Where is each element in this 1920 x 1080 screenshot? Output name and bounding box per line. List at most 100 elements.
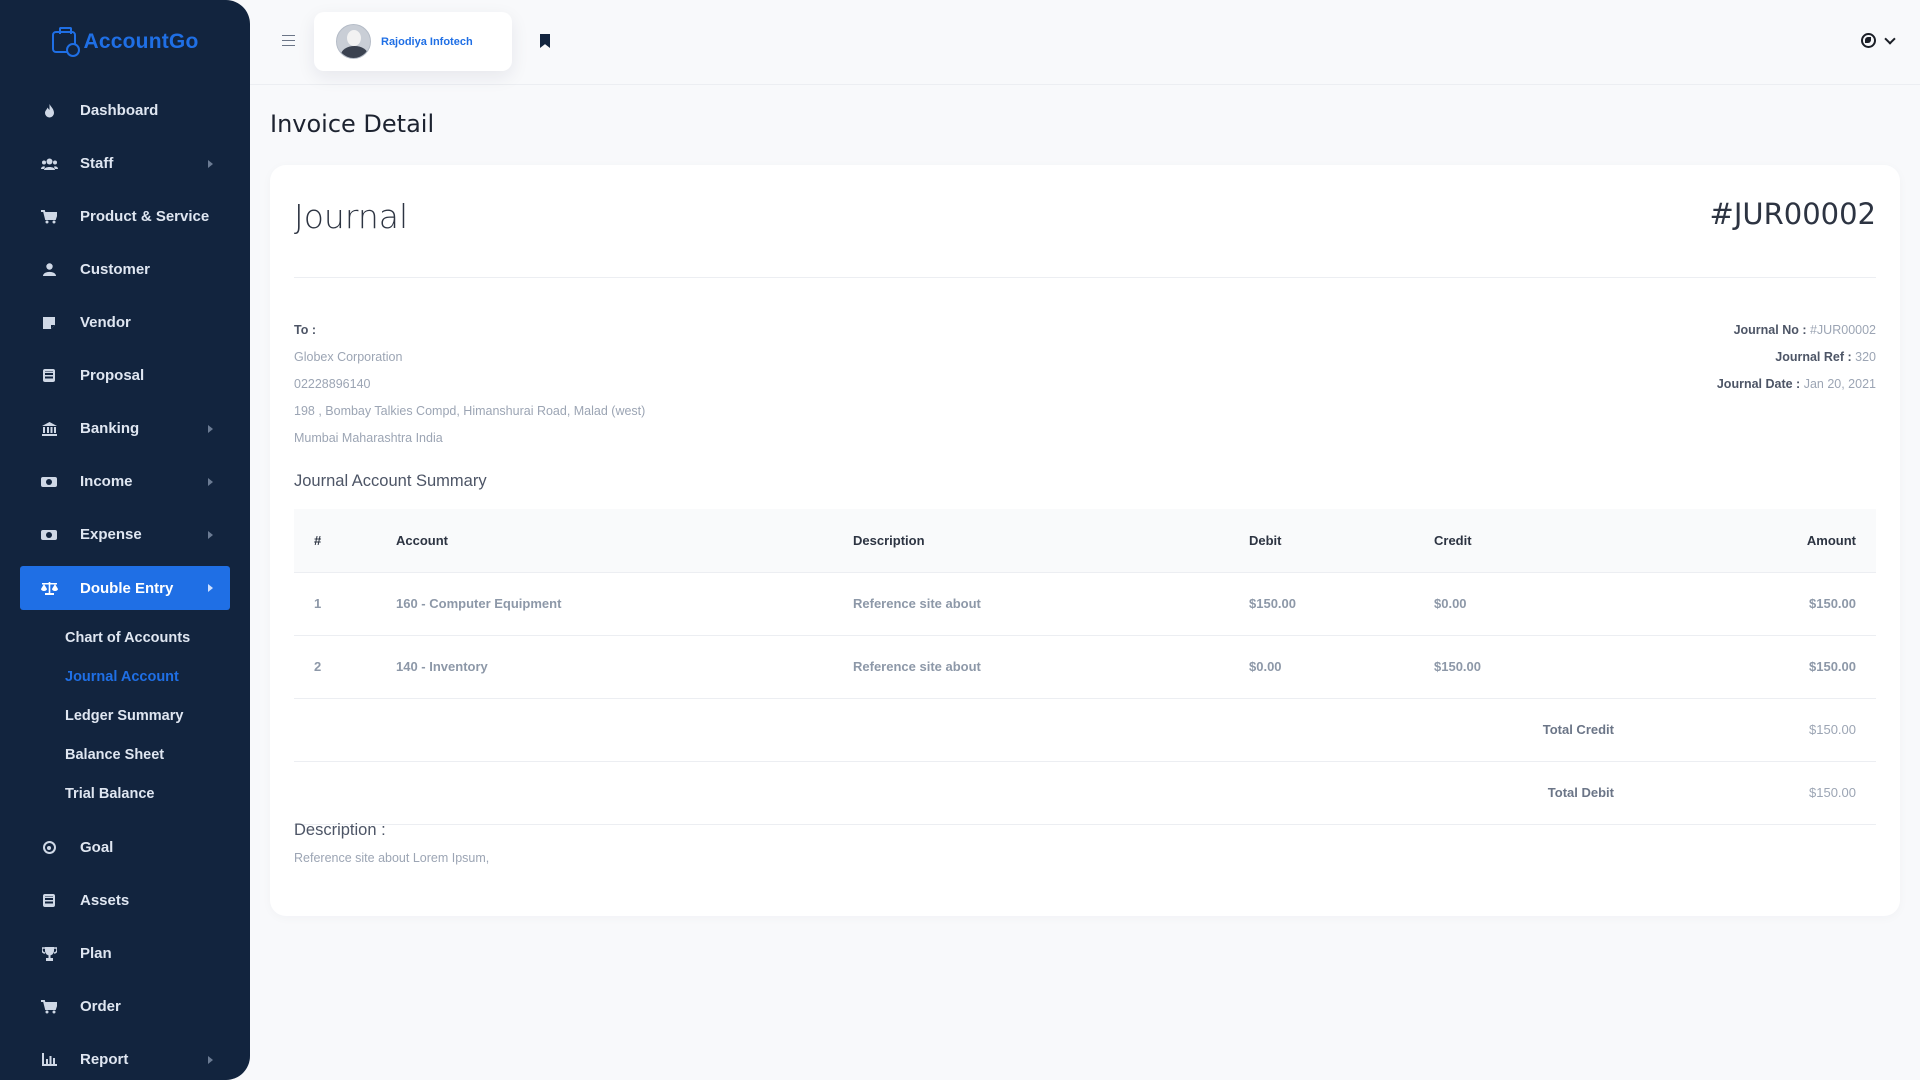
to-address-block: To : Globex Corporation 02228896140 198 … xyxy=(294,317,645,452)
journal-card: Journal #JUR00002 To : Globex Corporatio… xyxy=(270,165,1900,916)
calculator-icon xyxy=(40,893,58,909)
hamburger-menu-icon[interactable] xyxy=(282,35,295,46)
total-debit-row: Total Debit $150.00 xyxy=(294,761,1876,825)
to-label: To : xyxy=(294,323,316,337)
document-shape xyxy=(43,369,55,382)
cell-description: Reference site about xyxy=(853,572,1249,636)
sidebar-item-expense[interactable]: Expense xyxy=(0,508,250,561)
sidebar-item-customer[interactable]: Customer xyxy=(0,243,250,296)
target-icon xyxy=(40,840,58,856)
journal-meta: Journal No : #JUR00002 Journal Ref : 320… xyxy=(1717,317,1876,398)
sidebar-item-label: Expense xyxy=(80,526,142,543)
sidebar-item-staff[interactable]: Staff xyxy=(0,137,250,190)
submenu-item-journal-account[interactable]: Journal Account xyxy=(0,657,250,696)
cell-index: 2 xyxy=(294,635,396,699)
cell-account: 140 - Inventory xyxy=(396,635,853,699)
journal-date-line: Journal Date : Jan 20, 2021 xyxy=(1717,371,1876,398)
cart-icon xyxy=(40,999,58,1015)
sidebar-item-label: Plan xyxy=(80,945,112,962)
submenu-item-ledger-summary[interactable]: Ledger Summary xyxy=(0,696,250,735)
sidebar-item-label: Double Entry xyxy=(80,579,174,597)
to-company: Globex Corporation xyxy=(294,350,403,364)
sidebar-item-label: Vendor xyxy=(80,314,131,331)
caret-right-icon xyxy=(208,1055,213,1064)
sidebar-item-goal[interactable]: Goal xyxy=(0,821,250,874)
sidebar-item-plan[interactable]: Plan xyxy=(0,927,250,980)
user-icon xyxy=(40,262,58,278)
bank-icon xyxy=(40,421,58,437)
double-entry-submenu: Chart of Accounts Journal Account Ledger… xyxy=(0,614,250,821)
user-menu[interactable]: Rajodiya Infotech xyxy=(314,12,512,71)
sidebar-item-dashboard[interactable]: Dashboard xyxy=(0,84,250,137)
avatar xyxy=(336,24,371,59)
bookmark-icon[interactable] xyxy=(540,34,550,48)
col-header-description: Description xyxy=(853,509,1249,573)
page-title: Invoice Detail xyxy=(270,110,435,138)
sidebar-item-label: Report xyxy=(80,1051,129,1068)
cell-account: 160 - Computer Equipment xyxy=(396,572,853,636)
total-credit-value: $150.00 xyxy=(1634,698,1876,762)
trophy-icon xyxy=(40,946,58,962)
money-out-icon xyxy=(40,527,58,543)
calculator-shape xyxy=(43,894,55,907)
sidebar-item-label: Dashboard xyxy=(80,102,159,119)
sidebar-item-banking[interactable]: Banking xyxy=(0,402,250,455)
users-icon xyxy=(40,156,58,172)
sidebar-nav: Dashboard Staff Product & Service Custom… xyxy=(0,84,250,610)
total-debit-value: $150.00 xyxy=(1634,761,1876,825)
cell-debit: $150.00 xyxy=(1249,572,1434,636)
meta-label: Journal No : xyxy=(1733,323,1807,337)
sidebar-item-assets[interactable]: Assets xyxy=(0,874,250,927)
journal-ref-line: Journal Ref : 320 xyxy=(1717,344,1876,371)
submenu-item-chart-of-accounts[interactable]: Chart of Accounts xyxy=(0,618,250,657)
sidebar-item-double-entry[interactable]: Double Entry xyxy=(20,566,230,610)
sidebar-item-label: Income xyxy=(80,473,133,490)
sidebar-item-order[interactable]: Order xyxy=(0,980,250,1033)
brand-name: AccountGo xyxy=(83,30,199,53)
chevron-down-icon xyxy=(1884,32,1896,45)
fire-icon xyxy=(40,103,58,119)
money-icon xyxy=(40,474,58,490)
journal-no-line: Journal No : #JUR00002 xyxy=(1717,317,1876,344)
submenu-item-trial-balance[interactable]: Trial Balance xyxy=(0,774,250,813)
meta-label: Journal Ref : xyxy=(1775,350,1852,364)
brand-logo[interactable]: AccountGo xyxy=(0,0,250,84)
cell-amount: $150.00 xyxy=(1634,635,1876,699)
balance-scale-icon xyxy=(40,580,58,596)
caret-right-icon xyxy=(208,530,213,539)
cell-credit: $0.00 xyxy=(1434,572,1634,636)
sidebar-item-income[interactable]: Income xyxy=(0,455,250,508)
sidebar-item-report[interactable]: Report xyxy=(0,1033,250,1080)
table-header-row: # Account Description Debit Credit Amoun… xyxy=(294,509,1876,573)
description-text: Reference site about Lorem Ipsum, xyxy=(294,851,490,865)
top-bar: Rajodiya Infotech xyxy=(250,0,1920,85)
cell-debit: $0.00 xyxy=(1249,635,1434,699)
submenu-item-balance-sheet[interactable]: Balance Sheet xyxy=(0,735,250,774)
money-shape xyxy=(41,476,57,487)
journal-table: # Account Description Debit Credit Amoun… xyxy=(294,509,1876,825)
total-credit-label: Total Credit xyxy=(294,698,1634,762)
sidebar-item-label: Staff xyxy=(80,155,114,172)
col-header-credit: Credit xyxy=(1434,509,1634,573)
cart-icon xyxy=(40,209,58,225)
description-title: Description : xyxy=(294,821,386,839)
cell-index: 1 xyxy=(294,572,396,636)
to-city: Mumbai Maharashtra India xyxy=(294,431,443,445)
col-header-account: Account xyxy=(396,509,853,573)
sidebar-item-label: Product & Service xyxy=(80,208,210,225)
sidebar-item-vendor[interactable]: Vendor xyxy=(0,296,250,349)
sidebar-nav-lower: Goal Assets Plan Order Report xyxy=(0,821,250,1080)
meta-label: Journal Date : xyxy=(1716,377,1801,391)
language-dropdown[interactable] xyxy=(1861,32,1896,48)
sidebar-item-label: Goal xyxy=(80,839,114,856)
sidebar-item-proposal[interactable]: Proposal xyxy=(0,349,250,402)
sidebar-item-label: Banking xyxy=(80,420,140,437)
sidebar-item-product-service[interactable]: Product & Service xyxy=(0,190,250,243)
table-row: 2 140 - Inventory Reference site about $… xyxy=(294,635,1876,699)
note-icon xyxy=(40,315,58,331)
total-debit-label: Total Debit xyxy=(294,761,1634,825)
journal-number: #JUR00002 xyxy=(1709,197,1876,231)
to-address: 198 , Bombay Talkies Compd, Himanshurai … xyxy=(294,404,646,418)
sidebar-item-label: Assets xyxy=(80,892,130,909)
col-header-debit: Debit xyxy=(1249,509,1434,573)
